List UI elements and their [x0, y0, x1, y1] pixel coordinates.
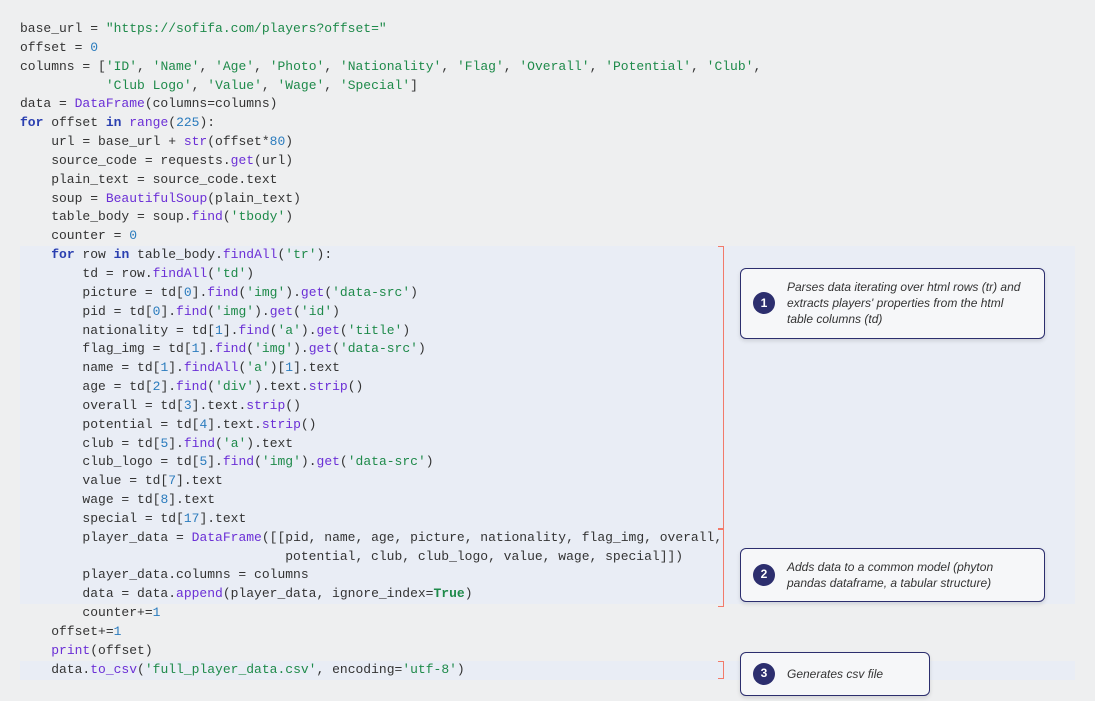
code-line: offset = 0 — [20, 39, 1075, 58]
annotation-3: 3 Generates csv file — [740, 652, 930, 696]
code-line: plain_text = source_code.text — [20, 171, 1075, 190]
bracket-1 — [718, 246, 724, 529]
code-line: for row in table_body.findAll('tr'): — [20, 246, 1075, 265]
code-line: for offset in range(225): — [20, 114, 1075, 133]
annotation-badge: 1 — [753, 292, 775, 314]
annotation-text: Generates csv file — [787, 666, 917, 682]
code-line: data = DataFrame(columns=columns) — [20, 95, 1075, 114]
code-line: wage = td[8].text — [20, 491, 1075, 510]
code-line: counter = 0 — [20, 227, 1075, 246]
code-line: value = td[7].text — [20, 472, 1075, 491]
bracket-3 — [718, 661, 724, 679]
code-line: counter+=1 — [20, 604, 1075, 623]
annotation-1: 1 Parses data iterating over html rows (… — [740, 268, 1045, 339]
code-line: name = td[1].findAll('a')[1].text — [20, 359, 1075, 378]
code-line: columns = ['ID', 'Name', 'Age', 'Photo',… — [20, 58, 1075, 77]
code-line: club = td[5].find('a').text — [20, 435, 1075, 454]
code-line: flag_img = td[1].find('img').get('data-s… — [20, 340, 1075, 359]
annotation-text: Parses data iterating over html rows (tr… — [787, 279, 1032, 328]
code-line: special = td[17].text — [20, 510, 1075, 529]
code-line: player_data = DataFrame([[pid, name, age… — [20, 529, 1075, 548]
annotation-text: Adds data to a common model (phyton pand… — [787, 559, 1032, 591]
code-line: overall = td[3].text.strip() — [20, 397, 1075, 416]
annotation-badge: 2 — [753, 564, 775, 586]
code-line: url = base_url + str(offset*80) — [20, 133, 1075, 152]
code-line: table_body = soup.find('tbody') — [20, 208, 1075, 227]
code-line: 'Club Logo', 'Value', 'Wage', 'Special'] — [20, 77, 1075, 96]
code-line: club_logo = td[5].find('img').get('data-… — [20, 453, 1075, 472]
code-line: potential = td[4].text.strip() — [20, 416, 1075, 435]
code-line: source_code = requests.get(url) — [20, 152, 1075, 171]
annotation-2: 2 Adds data to a common model (phyton pa… — [740, 548, 1045, 602]
bracket-2 — [718, 529, 724, 607]
code-line: base_url = "https://sofifa.com/players?o… — [20, 20, 1075, 39]
code-line: offset+=1 — [20, 623, 1075, 642]
annotation-badge: 3 — [753, 663, 775, 685]
code-line: soup = BeautifulSoup(plain_text) — [20, 190, 1075, 209]
code-line: age = td[2].find('div').text.strip() — [20, 378, 1075, 397]
